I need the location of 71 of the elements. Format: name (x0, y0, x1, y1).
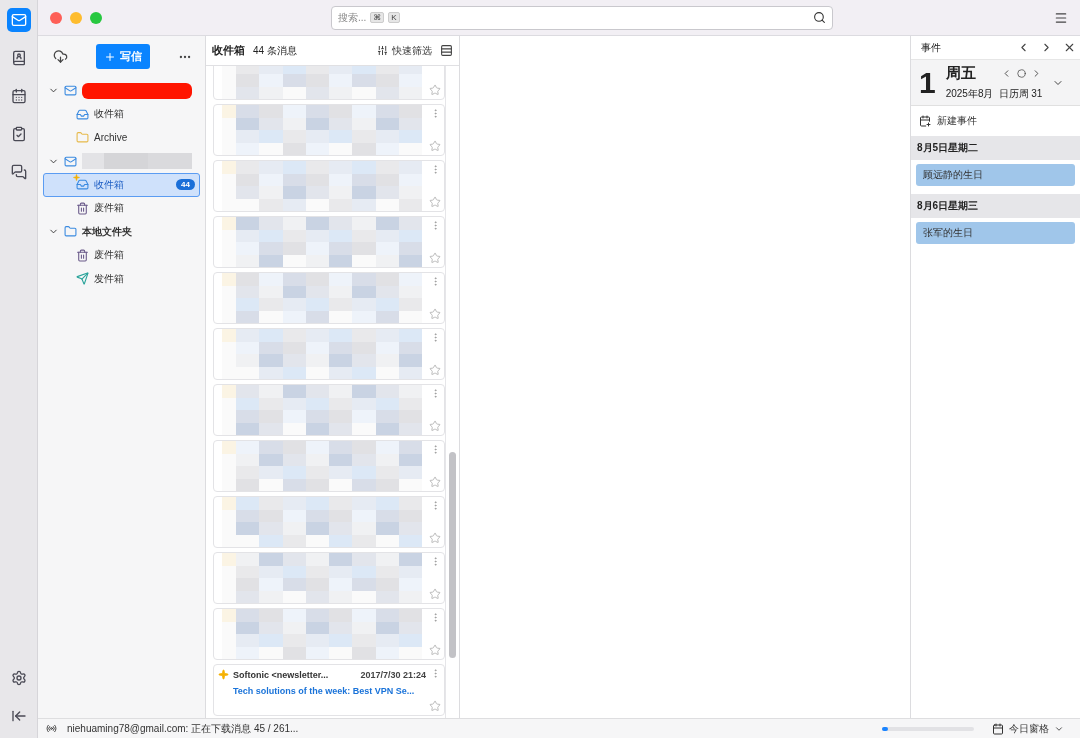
quick-filter-button[interactable]: 快速筛选 (377, 43, 432, 58)
star-icon[interactable] (429, 532, 441, 544)
message-card[interactable] (213, 384, 445, 436)
scrollbar-thumb[interactable] (449, 452, 456, 658)
unread-count: 44 (176, 179, 195, 191)
message-card[interactable] (213, 440, 445, 492)
message-date: 2017/7/30 21:24 (360, 669, 426, 680)
star-icon[interactable] (429, 252, 441, 264)
date-heading: 8月5日星期二 (911, 136, 1080, 160)
message-subject: Tech solutions of the week: Best VPN Se... (232, 686, 416, 696)
mail-account-icon (64, 154, 77, 168)
message-card[interactable] (213, 552, 445, 604)
date-heading: 8月6日星期三 (911, 194, 1080, 218)
message-card[interactable] (213, 496, 445, 548)
message-card[interactable]: Softonic <newsletter... 2017/7/30 21:24 Tech solutions of the week: Best VPN Se... (213, 664, 445, 716)
star-icon[interactable] (429, 700, 441, 712)
close-icon[interactable] (1063, 41, 1076, 54)
connection-icon (46, 723, 57, 734)
folder-item[interactable]: 废件箱 (43, 196, 200, 220)
message-card[interactable] (213, 272, 445, 324)
shortcut-key: ⌘ (370, 12, 385, 23)
pane-title: 事件 (921, 40, 941, 55)
calendar-icon (992, 722, 1004, 735)
message-count: 44 条消息 (253, 43, 297, 58)
folder-item[interactable]: 废件箱 (43, 243, 200, 267)
folder-icon (64, 225, 77, 239)
month-label: 2025年8月 (945, 87, 994, 101)
star-icon[interactable] (429, 196, 441, 208)
today-pane-button[interactable]: 今日窗格 (984, 721, 1064, 736)
mail-account-icon (64, 84, 77, 98)
message-card[interactable] (213, 328, 445, 380)
folder-item[interactable]: 发件箱 (43, 267, 200, 291)
message-card[interactable] (213, 216, 445, 268)
minimize-light[interactable] (70, 11, 82, 24)
search-icon[interactable] (813, 11, 826, 24)
message-card[interactable] (213, 104, 445, 156)
week-label: 日历周 31 (998, 87, 1043, 101)
day-number: 1 (919, 65, 936, 100)
star-icon[interactable] (429, 644, 441, 656)
sliders-icon (377, 45, 388, 56)
today-icon[interactable] (1017, 69, 1027, 78)
cloud-download-icon[interactable] (53, 49, 68, 64)
mail-icon[interactable] (6, 8, 31, 32)
message-card[interactable] (213, 608, 445, 660)
shortcut-key: K (388, 12, 400, 23)
menu-icon[interactable] (1054, 10, 1068, 25)
star-icon[interactable] (429, 364, 441, 376)
star-icon[interactable] (429, 476, 441, 488)
account-row[interactable]: 本地文件夹 (43, 220, 200, 244)
status-text: niehuaming78@gmail.com: 正在下载消息 45 / 261... (67, 721, 299, 736)
event-item[interactable]: 张军的生日 (916, 222, 1075, 244)
write-button[interactable]: 写信 (96, 44, 150, 69)
folder-item[interactable]: Archive (43, 126, 200, 150)
star-icon[interactable] (429, 84, 441, 96)
star-icon[interactable] (429, 420, 441, 432)
star-icon[interactable] (429, 140, 441, 152)
folder-item[interactable]: 收件箱 (43, 102, 200, 126)
search-field[interactable]: 搜索... ⌘ K (331, 5, 833, 30)
list-options-icon[interactable] (440, 44, 453, 57)
star-icon[interactable] (429, 308, 441, 320)
calendar-plus-icon (919, 115, 931, 127)
event-item[interactable]: 顾远静的生日 (916, 164, 1075, 186)
plus-icon (104, 50, 116, 63)
star-icon[interactable] (429, 588, 441, 600)
weekday: 周五 (945, 64, 976, 83)
message-sender: Softonic <newsletter... (233, 669, 329, 680)
zoom-light[interactable] (90, 11, 102, 24)
sparkle-icon (218, 669, 229, 680)
message-card[interactable] (213, 160, 445, 212)
folder-title: 收件箱 (212, 43, 245, 58)
close-light[interactable] (50, 11, 62, 24)
